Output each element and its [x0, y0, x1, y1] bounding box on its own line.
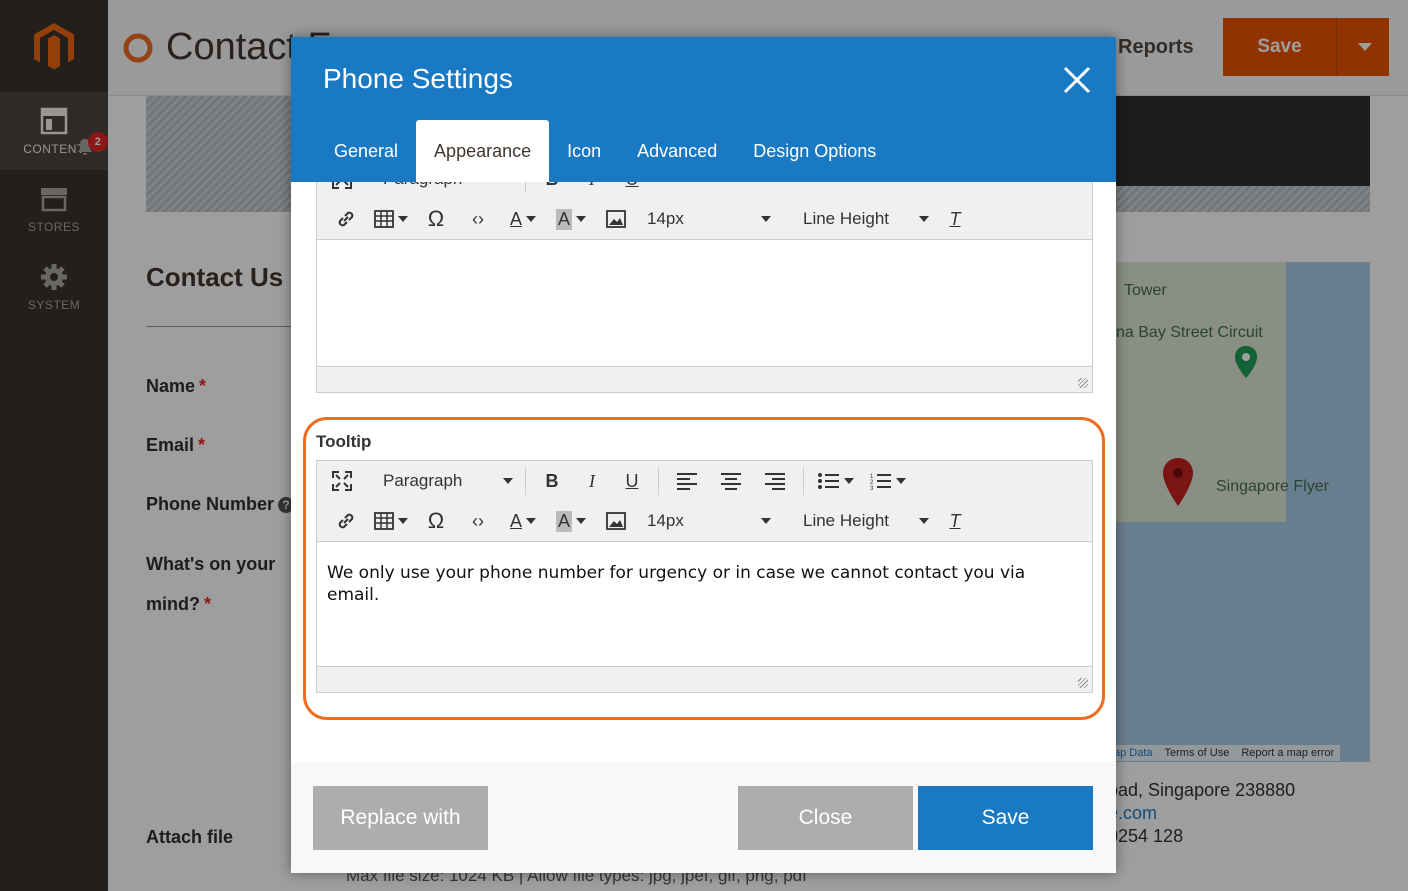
clear-formatting-icon[interactable]: T: [935, 505, 975, 537]
special-character-icon[interactable]: Ω: [415, 203, 457, 235]
close-icon[interactable]: [1062, 65, 1092, 95]
table-icon[interactable]: [367, 505, 415, 537]
line-height-select[interactable]: Line Height: [797, 203, 935, 235]
resize-handle[interactable]: [1078, 678, 1088, 688]
replace-with-button[interactable]: Replace with: [313, 786, 488, 850]
close-button[interactable]: Close: [738, 786, 913, 850]
modal-tabs: General Appearance Icon Advanced Design …: [316, 120, 894, 182]
link-icon[interactable]: [325, 203, 367, 235]
image-icon[interactable]: [595, 505, 637, 537]
underline-icon[interactable]: U: [612, 465, 652, 497]
underline-icon[interactable]: U: [612, 182, 652, 195]
modal-body[interactable]: Paragraph B I U Ω ‹› A A: [291, 182, 1116, 762]
save-button[interactable]: Save: [918, 786, 1093, 850]
code-icon[interactable]: ‹›: [457, 203, 499, 235]
text-color-icon[interactable]: A: [499, 505, 547, 537]
modal-footer: Replace with Close Save: [291, 762, 1116, 873]
label-editor-content[interactable]: [317, 240, 1092, 366]
tab-advanced[interactable]: Advanced: [619, 120, 735, 182]
tab-general[interactable]: General: [316, 120, 416, 182]
background-color-icon[interactable]: A: [547, 203, 595, 235]
align-center-icon[interactable]: [709, 465, 753, 497]
editor-statusbar: [317, 366, 1092, 392]
clear-formatting-icon[interactable]: T: [935, 203, 975, 235]
svg-text:3: 3: [870, 486, 874, 490]
image-icon[interactable]: [595, 203, 637, 235]
align-right-icon[interactable]: [753, 465, 797, 497]
link-icon[interactable]: [325, 505, 367, 537]
format-select[interactable]: Paragraph: [377, 465, 519, 497]
fullscreen-icon[interactable]: [325, 465, 359, 497]
tooltip-editor: Paragraph B I U 1 2 3 Ω ‹› A A 14px Line…: [316, 460, 1093, 693]
font-size-select[interactable]: 14px: [641, 203, 777, 235]
resize-handle[interactable]: [1078, 378, 1088, 388]
label-editor: Paragraph B I U Ω ‹› A A: [316, 182, 1093, 393]
tooltip-label: Tooltip: [316, 432, 372, 451]
editor-toolbar: Paragraph B I U Ω ‹› A A: [317, 182, 1092, 240]
align-left-icon[interactable]: [665, 465, 709, 497]
italic-icon[interactable]: I: [572, 465, 612, 497]
bold-icon[interactable]: B: [532, 465, 572, 497]
bold-icon[interactable]: B: [532, 182, 572, 195]
tab-appearance[interactable]: Appearance: [416, 120, 550, 182]
format-select[interactable]: Paragraph: [377, 182, 519, 195]
background-color-icon[interactable]: A: [547, 505, 595, 537]
tab-icon[interactable]: Icon: [549, 120, 619, 182]
tab-design-options[interactable]: Design Options: [735, 120, 894, 182]
fullscreen-icon[interactable]: [325, 182, 359, 195]
tooltip-editor-content[interactable]: We only use your phone number for urgenc…: [317, 542, 1092, 666]
bullet-list-icon[interactable]: [810, 465, 862, 497]
phone-settings-modal: Phone Settings General Appearance Icon A…: [291, 37, 1116, 873]
italic-icon[interactable]: I: [572, 182, 612, 195]
special-character-icon[interactable]: Ω: [415, 505, 457, 537]
modal-title: Phone Settings: [323, 63, 513, 94]
editor-statusbar: [317, 666, 1092, 692]
editor-toolbar: Paragraph B I U 1 2 3 Ω ‹› A A 14px Line…: [317, 461, 1092, 542]
table-icon[interactable]: [367, 203, 415, 235]
text-color-icon[interactable]: A: [499, 203, 547, 235]
modal-header: Phone Settings General Appearance Icon A…: [291, 37, 1116, 182]
code-icon[interactable]: ‹›: [457, 505, 499, 537]
numbered-list-icon[interactable]: 123: [862, 465, 914, 497]
line-height-select[interactable]: Line Height: [797, 505, 935, 537]
font-size-select[interactable]: 14px: [641, 505, 777, 537]
